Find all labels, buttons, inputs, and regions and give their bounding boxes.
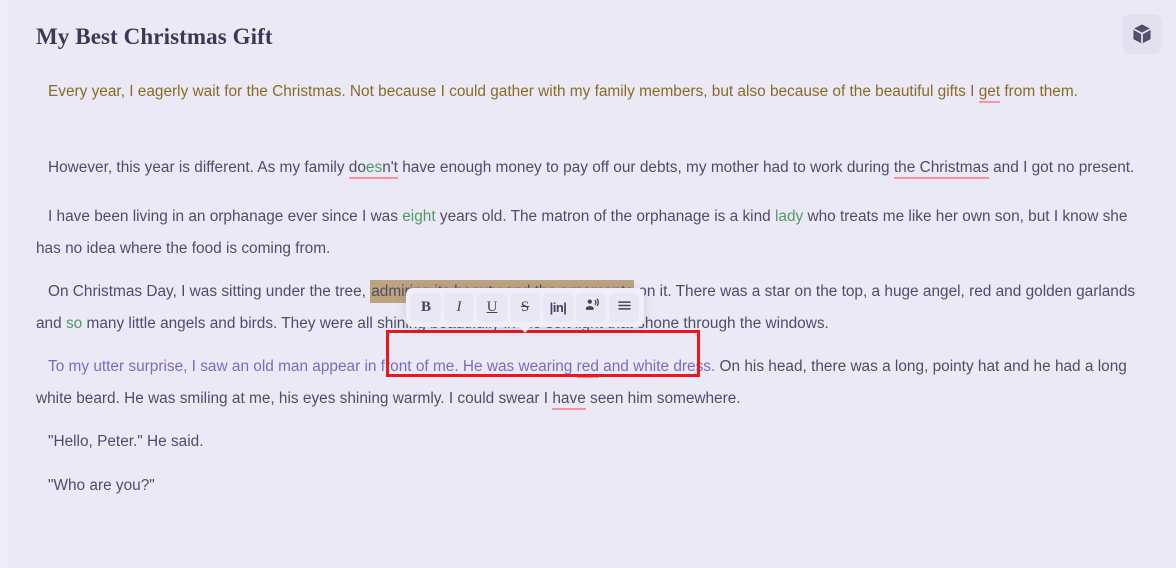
text-run: and white dress. [598, 358, 716, 375]
text-run: However, this year is different. As my f… [48, 158, 349, 176]
hamburger-menu-icon [616, 297, 633, 318]
paragraph-7[interactable]: "Who are you?" [36, 470, 1140, 502]
document-body[interactable]: My Best Christmas Gift Every year, I eag… [0, 0, 1176, 503]
grammar-error-the-christmas[interactable]: the Christmas [893, 158, 989, 179]
text-run: "Who are you?" [48, 476, 155, 494]
paragraph-3[interactable]: I have been living in an orphanage ever … [36, 201, 1140, 264]
text-run: On Christmas Day, I was sitting under th… [48, 283, 371, 300]
paragraph-5[interactable]: To my utter surprise, I saw an old man a… [36, 351, 1140, 414]
paragraph-6[interactable]: "Hello, Peter." He said. [36, 426, 1140, 458]
strikethrough-icon: S [520, 299, 530, 315]
italic-button[interactable]: I [444, 293, 474, 322]
toolbar-pointer-tail [519, 326, 531, 333]
suggestion-so[interactable]: so [66, 315, 82, 332]
grammar-error-red[interactable]: red [576, 358, 599, 378]
list-menu-button[interactable] [609, 293, 639, 322]
inline-code-icon: |in| [549, 300, 567, 315]
text-run: from them. [1000, 83, 1078, 100]
page-title: My Best Christmas Gift [36, 24, 273, 49]
text-run: To my utter surprise, I saw an old man a… [48, 358, 577, 375]
grammar-error-doesnt-part2[interactable]: n't [382, 158, 398, 179]
grammar-error-doesnt-suggestion[interactable]: es [365, 158, 383, 179]
bold-button[interactable]: B [411, 293, 441, 322]
underline-button[interactable]: U [477, 293, 507, 322]
person-speaking-icon [583, 297, 600, 318]
formatting-toolbar[interactable]: B I U S |in| [406, 288, 644, 333]
text-run: I have been living in an orphanage ever … [48, 208, 403, 225]
underline-icon: U [486, 299, 498, 315]
grammar-error-doesnt-part1[interactable]: do [348, 158, 366, 179]
grammar-error-have[interactable]: have [552, 389, 586, 410]
text-run: and I got no present. [988, 158, 1135, 176]
document-editor-page: My Best Christmas Gift Every year, I eag… [0, 0, 1176, 568]
italic-icon: I [456, 299, 462, 315]
suggestion-eight[interactable]: eight [402, 208, 435, 225]
text-run: years old. The matron of the orphanage i… [435, 208, 775, 225]
text-run: have enough money to pay off our debts, … [397, 158, 894, 176]
paragraph-2[interactable]: However, this year is different. As my f… [36, 152, 1140, 184]
text-run: Every year, I eagerly wait for the Chris… [48, 83, 979, 100]
text-run: seen him somewhere. [585, 389, 741, 407]
bold-icon: B [420, 299, 431, 315]
paragraph-1[interactable]: Every year, I eagerly wait for the Chris… [36, 76, 1140, 108]
text-run: "Hello, Peter." He said. [48, 433, 204, 450]
strikethrough-button[interactable]: S [510, 293, 540, 322]
read-aloud-button[interactable] [576, 293, 606, 322]
suggestion-lady[interactable]: lady [775, 208, 803, 225]
grammar-error-get[interactable]: get [978, 83, 1001, 103]
inline-code-button[interactable]: |in| [543, 293, 573, 322]
